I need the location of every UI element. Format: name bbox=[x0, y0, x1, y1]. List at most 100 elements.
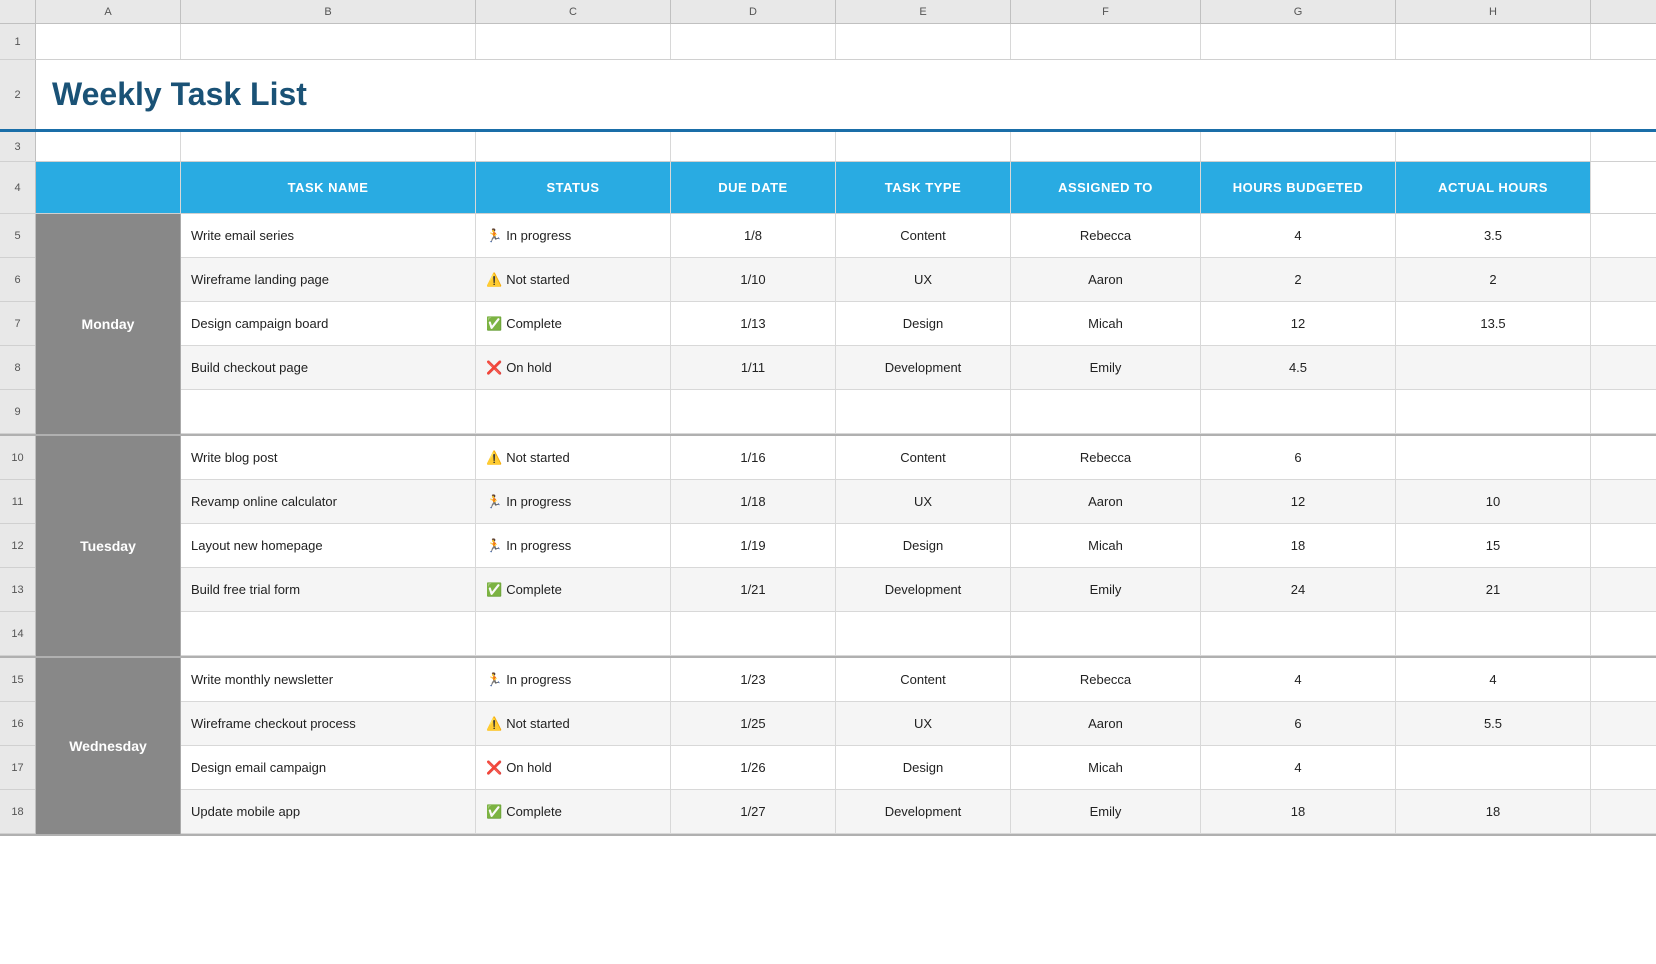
due-date-cell[interactable]: 1/16 bbox=[671, 436, 836, 479]
status-cell[interactable] bbox=[476, 612, 671, 655]
assigned-to-cell[interactable]: Micah bbox=[1011, 746, 1201, 789]
due-date-cell[interactable]: 1/8 bbox=[671, 214, 836, 257]
actual-hours-cell[interactable]: 5.5 bbox=[1396, 702, 1591, 745]
task-type-cell[interactable]: Design bbox=[836, 302, 1011, 345]
task-type-cell[interactable]: Content bbox=[836, 214, 1011, 257]
assigned-to-cell[interactable]: Aaron bbox=[1011, 258, 1201, 301]
cell-3h[interactable] bbox=[1396, 132, 1591, 161]
task-type-cell[interactable]: Design bbox=[836, 746, 1011, 789]
hours-budgeted-cell[interactable]: 24 bbox=[1201, 568, 1396, 611]
col-header-f[interactable]: F bbox=[1011, 0, 1201, 23]
cell-3d[interactable] bbox=[671, 132, 836, 161]
task-name-cell[interactable]: Write email series bbox=[181, 214, 476, 257]
cell-1d[interactable] bbox=[671, 24, 836, 59]
task-type-cell[interactable]: Development bbox=[836, 346, 1011, 389]
task-type-cell[interactable] bbox=[836, 612, 1011, 655]
cell-1g[interactable] bbox=[1201, 24, 1396, 59]
task-name-cell[interactable]: Write monthly newsletter bbox=[181, 658, 476, 701]
assigned-to-cell[interactable] bbox=[1011, 612, 1201, 655]
actual-hours-cell[interactable]: 10 bbox=[1396, 480, 1591, 523]
hours-budgeted-cell[interactable]: 6 bbox=[1201, 702, 1396, 745]
assigned-to-cell[interactable]: Rebecca bbox=[1011, 658, 1201, 701]
status-cell[interactable]: ✅Complete bbox=[476, 790, 671, 833]
task-type-cell[interactable]: Development bbox=[836, 568, 1011, 611]
status-cell[interactable]: 🏃In progress bbox=[476, 480, 671, 523]
task-type-cell[interactable]: UX bbox=[836, 258, 1011, 301]
task-name-cell[interactable]: Design campaign board bbox=[181, 302, 476, 345]
cell-3c[interactable] bbox=[476, 132, 671, 161]
task-name-cell[interactable]: Write blog post bbox=[181, 436, 476, 479]
col-header-a[interactable]: A bbox=[36, 0, 181, 23]
task-type-cell[interactable]: UX bbox=[836, 702, 1011, 745]
status-cell[interactable]: ❌On hold bbox=[476, 346, 671, 389]
hours-budgeted-cell[interactable]: 18 bbox=[1201, 790, 1396, 833]
status-cell[interactable]: ❌On hold bbox=[476, 746, 671, 789]
cell-1a[interactable] bbox=[36, 24, 181, 59]
actual-hours-cell[interactable] bbox=[1396, 346, 1591, 389]
task-type-cell[interactable]: UX bbox=[836, 480, 1011, 523]
hours-budgeted-cell[interactable]: 4 bbox=[1201, 658, 1396, 701]
assigned-to-cell[interactable]: Emily bbox=[1011, 790, 1201, 833]
assigned-to-cell[interactable]: Emily bbox=[1011, 346, 1201, 389]
due-date-cell[interactable]: 1/25 bbox=[671, 702, 836, 745]
due-date-cell[interactable]: 1/13 bbox=[671, 302, 836, 345]
task-name-cell[interactable]: Wireframe landing page bbox=[181, 258, 476, 301]
cell-1f[interactable] bbox=[1011, 24, 1201, 59]
actual-hours-cell[interactable]: 2 bbox=[1396, 258, 1591, 301]
hours-budgeted-cell[interactable]: 4 bbox=[1201, 746, 1396, 789]
task-name-cell[interactable]: Update mobile app bbox=[181, 790, 476, 833]
cell-1e[interactable] bbox=[836, 24, 1011, 59]
task-name-cell[interactable]: Build checkout page bbox=[181, 346, 476, 389]
hours-budgeted-cell[interactable]: 18 bbox=[1201, 524, 1396, 567]
due-date-cell[interactable]: 1/10 bbox=[671, 258, 836, 301]
col-header-d[interactable]: D bbox=[671, 0, 836, 23]
task-type-cell[interactable]: Content bbox=[836, 658, 1011, 701]
status-cell[interactable]: ⚠️Not started bbox=[476, 436, 671, 479]
hours-budgeted-cell[interactable] bbox=[1201, 390, 1396, 433]
status-cell[interactable]: ✅Complete bbox=[476, 568, 671, 611]
col-header-e[interactable]: E bbox=[836, 0, 1011, 23]
assigned-to-cell[interactable] bbox=[1011, 390, 1201, 433]
task-type-cell[interactable]: Content bbox=[836, 436, 1011, 479]
due-date-cell[interactable]: 1/27 bbox=[671, 790, 836, 833]
actual-hours-cell[interactable] bbox=[1396, 746, 1591, 789]
hours-budgeted-cell[interactable]: 4 bbox=[1201, 214, 1396, 257]
cell-3b[interactable] bbox=[181, 132, 476, 161]
status-cell[interactable]: 🏃In progress bbox=[476, 214, 671, 257]
cell-3g[interactable] bbox=[1201, 132, 1396, 161]
hours-budgeted-cell[interactable]: 6 bbox=[1201, 436, 1396, 479]
cell-1b[interactable] bbox=[181, 24, 476, 59]
assigned-to-cell[interactable]: Aaron bbox=[1011, 702, 1201, 745]
assigned-to-cell[interactable]: Emily bbox=[1011, 568, 1201, 611]
status-cell[interactable]: ⚠️Not started bbox=[476, 702, 671, 745]
hours-budgeted-cell[interactable]: 12 bbox=[1201, 302, 1396, 345]
hours-budgeted-cell[interactable]: 4.5 bbox=[1201, 346, 1396, 389]
due-date-cell[interactable]: 1/18 bbox=[671, 480, 836, 523]
status-cell[interactable]: ⚠️Not started bbox=[476, 258, 671, 301]
due-date-cell[interactable] bbox=[671, 390, 836, 433]
actual-hours-cell[interactable]: 3.5 bbox=[1396, 214, 1591, 257]
col-header-c[interactable]: C bbox=[476, 0, 671, 23]
col-header-g[interactable]: G bbox=[1201, 0, 1396, 23]
actual-hours-cell[interactable] bbox=[1396, 390, 1591, 433]
assigned-to-cell[interactable]: Rebecca bbox=[1011, 214, 1201, 257]
status-cell[interactable]: 🏃In progress bbox=[476, 524, 671, 567]
due-date-cell[interactable]: 1/21 bbox=[671, 568, 836, 611]
assigned-to-cell[interactable]: Micah bbox=[1011, 302, 1201, 345]
cell-3e[interactable] bbox=[836, 132, 1011, 161]
task-type-cell[interactable] bbox=[836, 390, 1011, 433]
cell-3a[interactable] bbox=[36, 132, 181, 161]
cell-1c[interactable] bbox=[476, 24, 671, 59]
status-cell[interactable]: 🏃In progress bbox=[476, 658, 671, 701]
col-header-b[interactable]: B bbox=[181, 0, 476, 23]
cell-1h[interactable] bbox=[1396, 24, 1591, 59]
task-name-cell[interactable]: Wireframe checkout process bbox=[181, 702, 476, 745]
task-name-cell[interactable]: Design email campaign bbox=[181, 746, 476, 789]
due-date-cell[interactable]: 1/11 bbox=[671, 346, 836, 389]
task-name-cell[interactable]: Revamp online calculator bbox=[181, 480, 476, 523]
status-cell[interactable] bbox=[476, 390, 671, 433]
hours-budgeted-cell[interactable]: 12 bbox=[1201, 480, 1396, 523]
actual-hours-cell[interactable]: 13.5 bbox=[1396, 302, 1591, 345]
task-type-cell[interactable]: Development bbox=[836, 790, 1011, 833]
hours-budgeted-cell[interactable] bbox=[1201, 612, 1396, 655]
